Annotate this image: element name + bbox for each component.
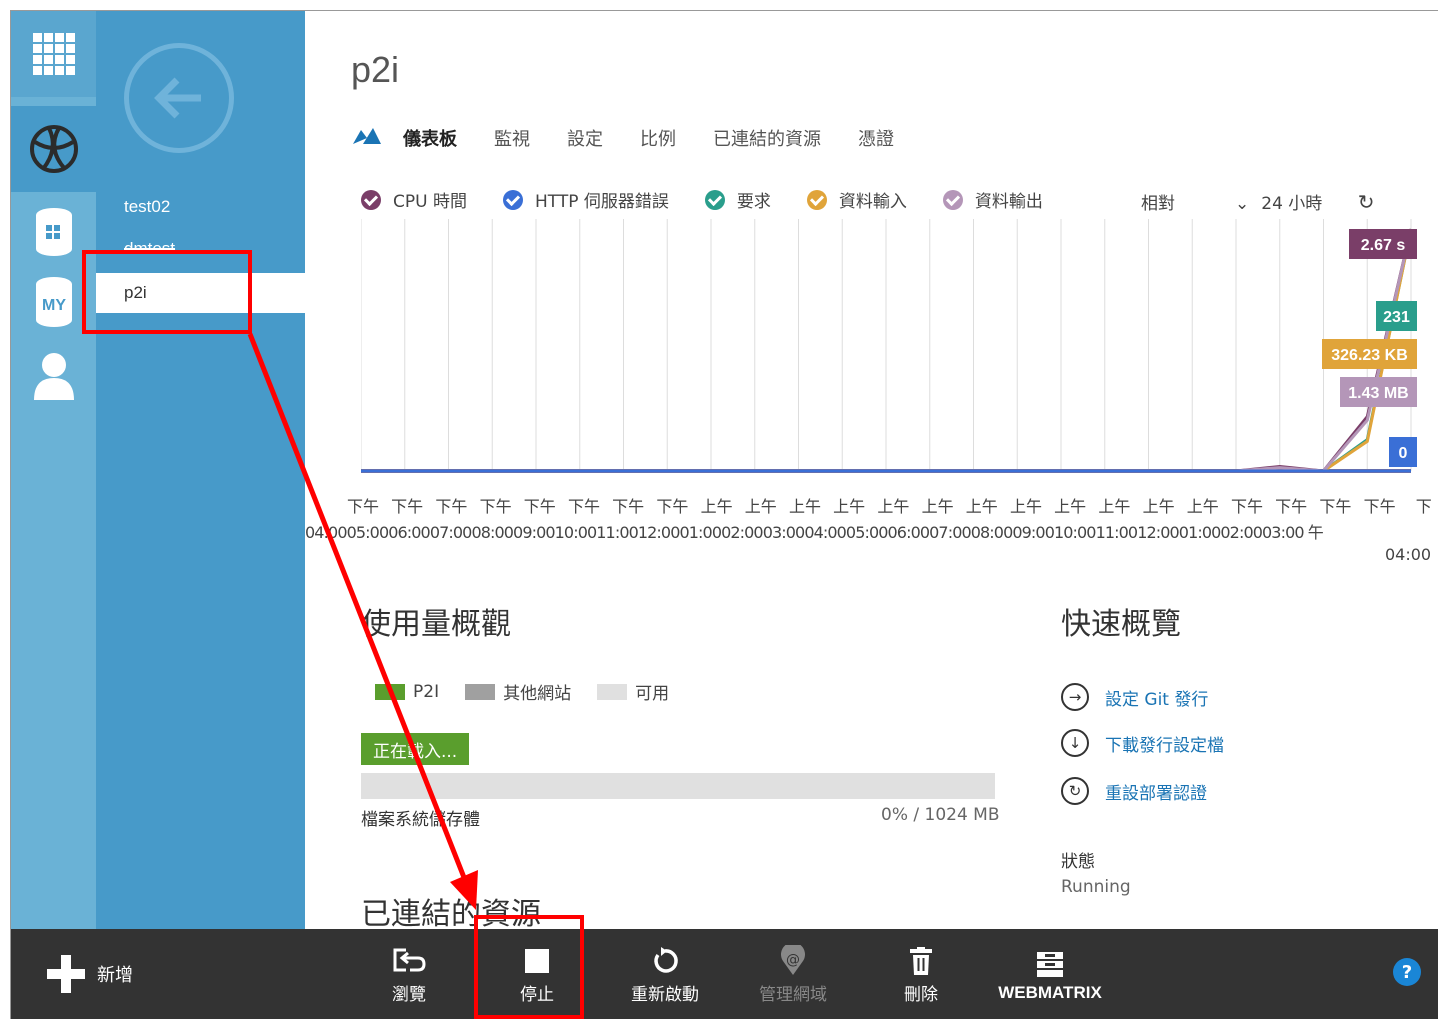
annotation-arrow: [247, 333, 478, 910]
